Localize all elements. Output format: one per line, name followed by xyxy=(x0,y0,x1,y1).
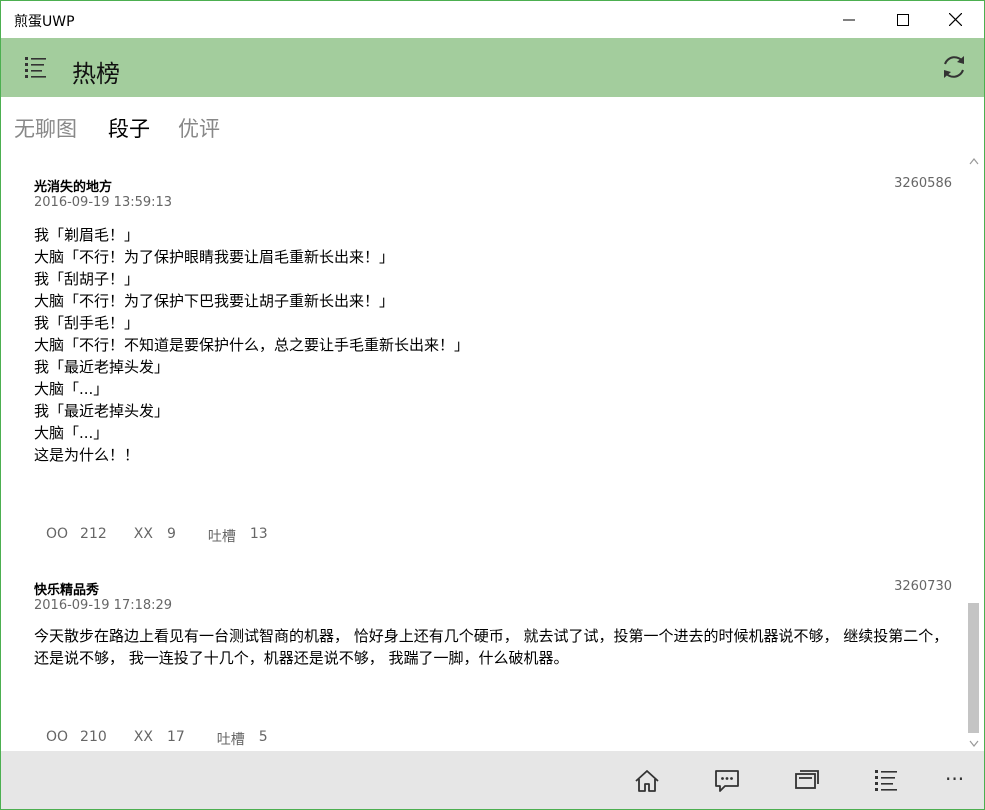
tucao-button[interactable]: 吐槽 xyxy=(217,729,245,749)
oo-label: OO xyxy=(46,729,69,745)
scrollbar[interactable] xyxy=(964,153,983,751)
title-bar: 煎蛋UWP xyxy=(1,1,984,38)
tucao-button[interactable]: 吐槽 xyxy=(208,526,236,546)
oo-count: 210 xyxy=(80,729,107,745)
tab-wuliaotu[interactable]: 无聊图 xyxy=(14,113,77,143)
tucao-count: 13 xyxy=(249,526,268,542)
list-item[interactable]: 光消失的地方 2016-09-19 13:59:13 3260586 我「剃眉毛… xyxy=(34,176,954,546)
post-author: 快乐精品秀 xyxy=(34,583,100,598)
post-time: 2016-09-19 13:59:13 xyxy=(34,195,173,210)
more-button[interactable]: ··· xyxy=(945,767,964,791)
minimize-icon xyxy=(843,19,855,20)
xx-button[interactable]: XX xyxy=(134,729,153,749)
xx-count: 9 xyxy=(166,526,176,542)
oo-button[interactable]: OO xyxy=(46,729,68,749)
oo-count: 212 xyxy=(80,526,107,542)
close-icon xyxy=(948,13,962,26)
gallery-icon[interactable] xyxy=(793,767,821,795)
maximize-button[interactable] xyxy=(880,1,926,38)
xx-button[interactable]: XX xyxy=(134,526,153,546)
list-item[interactable]: 快乐精品秀 2016-09-19 17:18:29 3260730 今天散步在路… xyxy=(34,579,954,751)
bottom-app-bar: ··· xyxy=(1,751,984,809)
post-id: 3260730 xyxy=(894,579,952,594)
post-id: 3260586 xyxy=(894,176,952,191)
post-stats: OO 210 XX 17 吐槽 5 xyxy=(46,729,268,749)
post-stats: OO 212 XX 9 吐槽 13 xyxy=(46,526,268,546)
scroll-down-arrow-icon[interactable] xyxy=(969,740,979,748)
tucao-count: 5 xyxy=(258,729,268,745)
xx-label: XX xyxy=(133,729,153,745)
oo-label: OO xyxy=(46,526,69,542)
page-title: 热榜 xyxy=(72,60,120,88)
scrollbar-thumb[interactable] xyxy=(968,603,979,733)
scroll-up-arrow-icon[interactable] xyxy=(969,157,979,165)
close-button[interactable] xyxy=(932,1,978,38)
home-icon[interactable] xyxy=(633,767,661,795)
tab-duanzi[interactable]: 段子 xyxy=(108,113,150,143)
post-body: 我「剃眉毛！」 大脑「不行！为了保护眼睛我要让眉毛重新长出来！」 我「刮胡子！」… xyxy=(34,226,470,464)
app-window: 煎蛋UWP 热榜 无聊图 段子 优评 光消失的地方 2016-09-19 13:… xyxy=(0,0,985,810)
list-icon[interactable] xyxy=(873,767,901,795)
xx-count: 17 xyxy=(166,729,185,745)
tucao-label: 吐槽 xyxy=(216,732,245,748)
oo-button[interactable]: OO xyxy=(46,526,68,546)
xx-label: XX xyxy=(133,526,153,542)
tab-youping[interactable]: 优评 xyxy=(178,113,220,143)
maximize-icon xyxy=(897,13,909,26)
minimize-button[interactable] xyxy=(826,1,872,38)
refresh-icon[interactable] xyxy=(940,53,968,81)
app-header: 热榜 xyxy=(1,38,984,97)
post-author: 光消失的地方 xyxy=(34,180,113,195)
window-title: 煎蛋UWP xyxy=(14,14,75,30)
post-time: 2016-09-19 17:18:29 xyxy=(34,598,173,613)
post-list[interactable]: 光消失的地方 2016-09-19 13:59:13 3260586 我「剃眉毛… xyxy=(1,153,964,751)
tucao-label: 吐槽 xyxy=(207,529,236,545)
hamburger-list-icon[interactable] xyxy=(23,55,49,81)
pivot-tabs: 无聊图 段子 优评 xyxy=(1,97,984,153)
post-body: 今天散步在路边上看见有一台测试智商的机器， 恰好身上还有几个硬币， 就去试了试，… xyxy=(34,627,954,667)
comment-icon[interactable] xyxy=(713,767,741,795)
